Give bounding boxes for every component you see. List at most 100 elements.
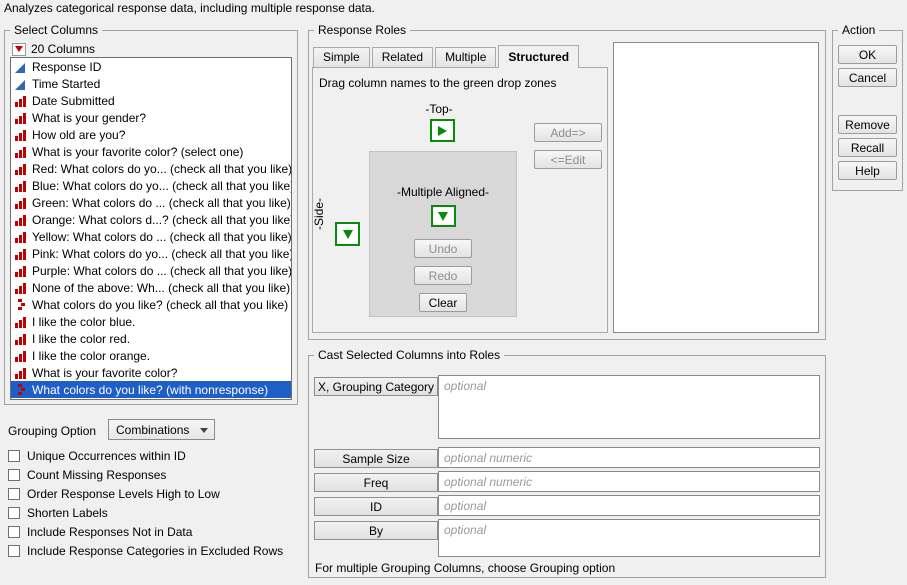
red-triangle-menu-icon[interactable] — [12, 43, 26, 56]
dialog-description: Analyzes categorical response data, incl… — [4, 1, 375, 15]
column-item[interactable]: Pink: What colors do yo... (check all th… — [11, 245, 291, 262]
tab-simple[interactable]: Simple — [313, 47, 370, 67]
help-button[interactable]: Help — [838, 161, 897, 180]
checkbox-icon[interactable] — [8, 450, 20, 462]
ok-button[interactable]: OK — [838, 45, 897, 64]
column-label: Time Started — [32, 77, 100, 91]
cast-footer-note: For multiple Grouping Columns, choose Gr… — [315, 561, 615, 575]
freq-button[interactable]: Freq — [314, 473, 438, 492]
redo-button[interactable]: Redo — [414, 266, 472, 285]
id-button[interactable]: ID — [314, 497, 438, 516]
column-item[interactable]: What is your favorite color? — [11, 364, 291, 381]
placeholder-text: optional numeric — [444, 451, 532, 465]
nominal-icon — [14, 282, 27, 294]
checkbox-label: Order Response Levels High to Low — [27, 487, 220, 501]
columns-menu-button[interactable]: 20 Columns — [12, 42, 95, 56]
remove-button[interactable]: Remove — [838, 115, 897, 134]
sample-size-field[interactable]: optional numeric — [438, 447, 820, 468]
column-item[interactable]: How old are you? — [11, 126, 291, 143]
column-item[interactable]: What is your gender? — [11, 109, 291, 126]
column-label: What is your favorite color? (select one… — [32, 145, 243, 159]
add-button[interactable]: Add=> — [534, 123, 602, 142]
column-item[interactable]: Response ID — [11, 58, 291, 75]
checkbox-icon[interactable] — [8, 469, 20, 481]
by-field[interactable]: optional — [438, 519, 820, 557]
recall-button[interactable]: Recall — [838, 138, 897, 157]
column-item[interactable]: Date Submitted — [11, 92, 291, 109]
column-label: Red: What colors do yo... (check all tha… — [32, 162, 291, 176]
nominal-icon — [14, 112, 27, 124]
action-buttons: OK Cancel Remove Recall Help — [838, 45, 897, 180]
id-field[interactable]: optional — [438, 495, 820, 516]
column-item[interactable]: What colors do you like? (check all that… — [11, 296, 291, 313]
cast-row: Freq optional numeric — [314, 471, 820, 492]
checkbox-icon[interactable] — [8, 488, 20, 500]
sample-size-button[interactable]: Sample Size — [314, 449, 438, 468]
nominal-icon — [14, 333, 27, 345]
checkbox-icon[interactable] — [8, 545, 20, 557]
tab-structured[interactable]: Structured — [498, 45, 579, 68]
column-item[interactable]: Green: What colors do ... (check all tha… — [11, 194, 291, 211]
response-roles-tabs: SimpleRelatedMultipleStructured — [313, 45, 579, 67]
cast-row: Sample Size optional numeric — [314, 447, 820, 468]
column-item[interactable]: What colors do you like? (with nonrespon… — [11, 381, 291, 398]
green-down-triangle-icon — [438, 212, 448, 221]
column-item[interactable]: None of the above: Wh... (check all that… — [11, 279, 291, 296]
column-label: Green: What colors do ... (check all tha… — [32, 196, 291, 210]
response-roles-list[interactable] — [613, 42, 819, 333]
clear-button[interactable]: Clear — [419, 293, 467, 312]
column-label: I like the color orange. — [32, 349, 150, 363]
edit-button[interactable]: <=Edit — [534, 150, 602, 169]
cast-roles-rows: X, Grouping Category optional Sample Size o… — [314, 375, 820, 560]
checkbox-count-missing-responses[interactable]: Count Missing Responses — [8, 465, 283, 484]
multiple-icon — [14, 299, 27, 311]
tab-multiple[interactable]: Multiple — [435, 47, 496, 67]
checkbox-unique-occurrences-within-id[interactable]: Unique Occurrences within ID — [8, 446, 283, 465]
continuous-icon — [14, 78, 27, 90]
top-drop-zone[interactable] — [430, 119, 455, 142]
side-drop-zone[interactable] — [335, 222, 360, 246]
cast-row: Byoptional — [314, 519, 820, 557]
tab-related[interactable]: Related — [372, 47, 433, 67]
multiple-aligned-drop-zone[interactable] — [431, 205, 456, 227]
column-label: What is your gender? — [32, 111, 146, 125]
column-item[interactable]: Red: What colors do yo... (check all tha… — [11, 160, 291, 177]
continuous-icon — [14, 61, 27, 73]
nominal-icon — [14, 265, 27, 277]
by-button[interactable]: By — [314, 521, 438, 540]
column-item[interactable]: What is your favorite color? (select one… — [11, 143, 291, 160]
checkbox-icon[interactable] — [8, 507, 20, 519]
column-item[interactable]: I like the color red. — [11, 330, 291, 347]
column-item[interactable]: Purple: What colors do ... (check all th… — [11, 262, 291, 279]
placeholder-text: optional numeric — [444, 475, 532, 489]
column-label: Pink: What colors do yo... (check all th… — [32, 247, 291, 261]
x-grouping-category-field[interactable]: optional — [438, 375, 820, 439]
column-label: Purple: What colors do ... (check all th… — [32, 264, 291, 278]
checkbox-order-response-levels-high-to-low[interactable]: Order Response Levels High to Low — [8, 484, 283, 503]
column-label: Response ID — [32, 60, 101, 74]
column-item[interactable]: I like the color blue. — [11, 313, 291, 330]
freq-field[interactable]: optional numeric — [438, 471, 820, 492]
checkbox-shorten-labels[interactable]: Shorten Labels — [8, 503, 283, 522]
column-item[interactable]: I like the color orange. — [11, 347, 291, 364]
cancel-button[interactable]: Cancel — [838, 68, 897, 87]
column-item[interactable]: Yellow: What colors do ... (check all th… — [11, 228, 291, 245]
checkbox-label: Unique Occurrences within ID — [27, 449, 186, 463]
grouping-option-select[interactable]: Combinations — [108, 419, 215, 440]
grouping-option-label: Grouping Option — [8, 424, 96, 438]
checkbox-include-response-categories-in-excluded-rows[interactable]: Include Response Categories in Excluded … — [8, 541, 283, 560]
nominal-icon — [14, 163, 27, 175]
undo-button[interactable]: Undo — [414, 239, 472, 258]
column-item[interactable]: Time Started — [11, 75, 291, 92]
placeholder-text: optional — [444, 379, 486, 393]
nominal-icon — [14, 214, 27, 226]
x-grouping-category-button[interactable]: X, Grouping Category — [314, 377, 438, 396]
checkbox-include-responses-not-in-data[interactable]: Include Responses Not in Data — [8, 522, 283, 541]
column-item[interactable]: Blue: What colors do yo... (check all th… — [11, 177, 291, 194]
column-item[interactable]: Orange: What colors d...? (check all tha… — [11, 211, 291, 228]
chevron-down-icon — [200, 428, 208, 433]
nominal-icon — [14, 95, 27, 107]
columns-list[interactable]: Response ID Time StartedDate Submitted Wha… — [10, 57, 292, 400]
checkbox-icon[interactable] — [8, 526, 20, 538]
placeholder-text: optional — [444, 499, 486, 513]
